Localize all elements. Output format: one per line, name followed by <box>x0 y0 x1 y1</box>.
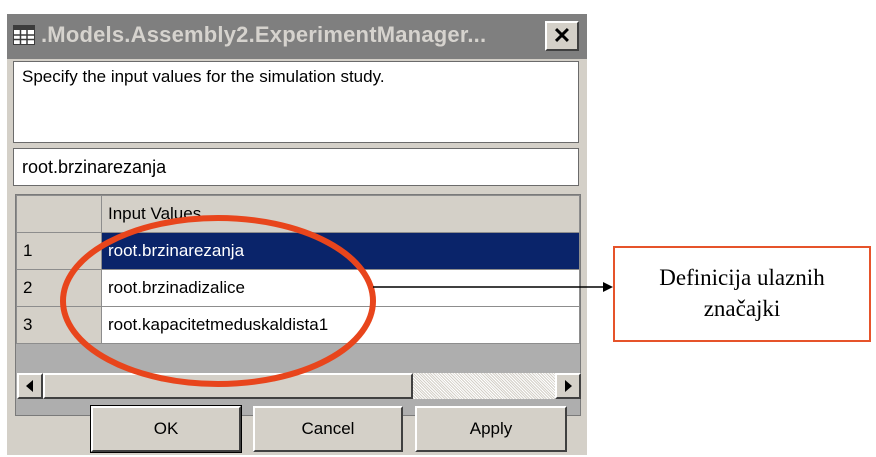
grid-corner-cell <box>16 195 102 233</box>
input-value-cell[interactable]: root.brzinarezanja <box>100 232 580 270</box>
input-value-cell[interactable]: root.brzinadizalice <box>100 269 580 307</box>
input-value-cell[interactable]: root.kapacitetmeduskaldista1 <box>100 306 580 344</box>
grid-row[interactable]: 3 root.kapacitetmeduskaldista1 <box>16 306 580 344</box>
close-icon: ✕ <box>552 23 572 48</box>
annotation-callout: Definicija ulaznih značajki <box>613 246 871 342</box>
row-number: 1 <box>16 232 102 270</box>
callout-line-1: Definicija ulaznih <box>659 265 825 290</box>
row-number: 2 <box>16 269 102 307</box>
apply-button[interactable]: Apply <box>415 406 567 452</box>
horizontal-scrollbar[interactable] <box>17 373 581 399</box>
experiment-manager-dialog: .Models.Assembly2.ExperimentManager... ✕… <box>7 14 587 455</box>
table-icon <box>13 25 35 45</box>
scroll-right-button[interactable] <box>555 373 581 399</box>
selected-input-field[interactable]: root.brzinarezanja <box>13 148 579 186</box>
scroll-left-icon <box>26 380 33 392</box>
ok-button[interactable]: OK <box>90 405 242 453</box>
window-title: .Models.Assembly2.ExperimentManager... <box>41 22 487 47</box>
input-values-column-header[interactable]: Input Values <box>100 195 580 233</box>
title-bar[interactable]: .Models.Assembly2.ExperimentManager... ✕ <box>7 14 587 59</box>
grid-row[interactable]: 2 root.brzinadizalice <box>16 269 580 307</box>
row-number: 3 <box>16 306 102 344</box>
close-button[interactable]: ✕ <box>545 21 579 51</box>
callout-line-2: značajki <box>703 296 781 321</box>
scrollbar-track[interactable] <box>413 373 555 399</box>
arrow-icon <box>603 282 613 292</box>
description-box: Specify the input values for the simulat… <box>13 61 579 143</box>
scrollbar-thumb[interactable] <box>43 373 413 399</box>
grid-header-row: Input Values <box>16 195 580 233</box>
grid-row[interactable]: 1 root.brzinarezanja <box>16 232 580 270</box>
scroll-right-icon <box>565 380 572 392</box>
cancel-button[interactable]: Cancel <box>253 406 403 452</box>
scroll-left-button[interactable] <box>17 373 43 399</box>
